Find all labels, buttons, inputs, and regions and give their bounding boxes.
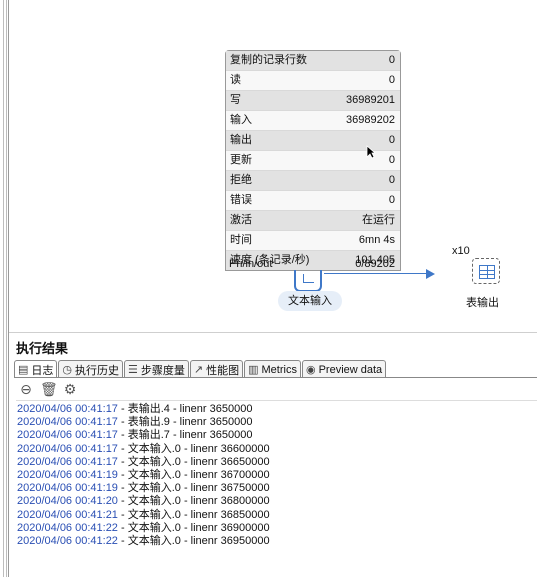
log-line: 2020/04/06 00:41:21 - 文本输入.0 - linenr 36… [17,508,270,521]
step-metrics-tooltip: 复制的记录行数 0 读0 写 36989201 输入 36989202 输出 0 更新 0… [225,50,401,271]
metric-row: 输入 36989202 [226,111,400,131]
hop-arrow-icon [426,269,435,279]
log-line: 2020/04/06 00:41:17 - 表输出.7 - linenr 365… [17,429,253,442]
tab-metrics[interactable]: ▥ Metrics [244,360,301,378]
metric-row: 激活 在运行 [226,211,400,231]
log-line: 2020/04/06 00:41:17 - 表输出.4 - linenr 365… [17,403,253,415]
tab-preview-data[interactable]: ◉ Preview data [301,360,387,378]
log-output[interactable]: 2020/04/06 00:41:17 - 表输出.4 - linenr 365… [17,403,270,548]
gear-icon[interactable]: ⚙ [62,381,78,398]
hop-line[interactable] [324,273,428,274]
metric-row: 拒绝 0 [226,171,400,191]
tab-step-metrics[interactable]: ☰ 步骤度量 [124,360,189,378]
metric-row: 时间 6mn 4s [226,231,400,251]
toolbar-divider [16,400,537,401]
tab-performance[interactable]: ↗ 性能图 [189,360,244,378]
metric-row: 读0 [226,71,400,91]
pri-in-out: Pri/in/out 0/89202 [229,258,395,270]
table-grid-icon [479,265,495,279]
log-line: 2020/04/06 00:41:22 - 文本输入.0 - linenr 36… [17,521,270,534]
log-line: 2020/04/06 00:41:20 - 文本输入.0 - linenr 36… [17,495,270,508]
metric-row: 写 36989201 [226,91,400,111]
log-line: 2020/04/06 00:41:17 - 文本输入.0 - linenr 36… [17,455,270,468]
step-copies-label: x10 [452,245,470,257]
tab-log[interactable]: ▤ 日志 [14,360,58,378]
log-line: 2020/04/06 00:41:17 - 文本输入.0 - linenr 36… [17,442,270,455]
text-input-step-icon[interactable] [294,270,322,292]
stop-icon[interactable]: ⊖ [18,381,34,398]
metrics-icon: ▥ [248,364,259,376]
document-icon: ▤ [18,364,29,376]
tab-history[interactable]: ◷ 执行历史 [58,360,124,378]
table-output-step-label[interactable]: 表输出 [466,294,499,310]
text-input-step-label[interactable]: 文本输入 [278,291,342,311]
chart-icon: ↗ [193,364,204,376]
trash-icon[interactable]: 🗑 [40,381,58,398]
eye-icon: ◉ [305,364,316,376]
table-output-step-icon[interactable] [472,258,500,284]
tab-divider [14,377,537,378]
results-tabs: ▤ 日志 ◷ 执行历史 ☰ 步骤度量 ↗ 性能图 ▥ Metrics ◉ Preview d… [14,360,387,378]
metric-row: 错误 0 [226,191,400,211]
left-panel-border [0,0,9,577]
mouse-cursor-icon [366,145,376,159]
history-icon: ◷ [62,364,73,376]
log-line: 2020/04/06 00:41:19 - 文本输入.0 - linenr 36… [17,469,270,482]
log-toolbar: ⊖ 🗑 ⚙ [18,381,78,398]
log-line: 2020/04/06 00:41:17 - 表输出.9 - linenr 365… [17,416,253,429]
step-metrics-icon: ☰ [128,364,138,376]
log-line: 2020/04/06 00:41:22 - 文本输入.0 - linenr 36… [17,535,270,548]
metric-row: 复制的记录行数 0 [226,51,400,71]
log-line: 2020/04/06 00:41:19 - 文本输入.0 - linenr 36… [17,482,270,495]
results-panel-title: 执行结果 [16,341,69,356]
